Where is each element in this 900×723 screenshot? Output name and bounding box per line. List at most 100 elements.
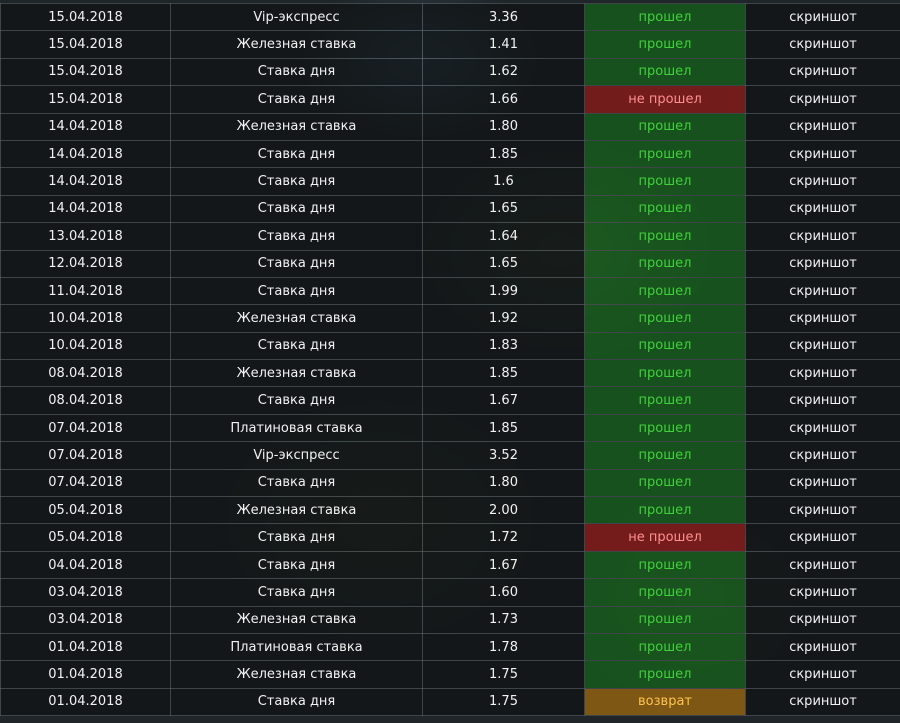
screenshot-link[interactable]: скриншот <box>745 304 900 333</box>
bet-coefficient: 1.75 <box>422 687 585 717</box>
bet-date: 13.04.2018 <box>0 222 171 251</box>
bet-type: Железная ставка <box>170 112 423 141</box>
screenshot-link[interactable]: скриншот <box>745 468 900 498</box>
bet-coefficient: 2.00 <box>422 496 585 525</box>
table-row: 04.04.2018 Ставка дня 1.67 прошел скринш… <box>0 550 900 580</box>
table-row: 15.04.2018 Ставка дня 1.62 прошел скринш… <box>0 57 900 87</box>
screenshot-link[interactable]: скриншот <box>745 167 900 196</box>
screenshot-link[interactable]: скриншот <box>745 331 900 361</box>
screenshot-link[interactable]: скриншот <box>745 57 900 87</box>
bet-result-badge: прошел <box>584 139 746 169</box>
screenshot-link[interactable]: скриншот <box>745 605 900 634</box>
bet-date: 01.04.2018 <box>0 632 171 662</box>
bet-result-badge: прошел <box>584 57 746 87</box>
bet-type: Железная ставка <box>170 605 423 634</box>
bet-result-badge: прошел <box>584 222 746 251</box>
bet-type: Ставка дня <box>170 523 423 552</box>
screenshot-link[interactable]: скриншот <box>745 660 900 689</box>
bet-result-badge: прошел <box>584 605 746 634</box>
table-row: 07.04.2018 Vip-экспресс 3.52 прошел скри… <box>0 441 900 470</box>
bet-date: 15.04.2018 <box>0 30 171 59</box>
bet-date: 15.04.2018 <box>0 2 171 32</box>
bet-date: 07.04.2018 <box>0 441 171 470</box>
table-row: 15.04.2018 Ставка дня 1.66 не прошел скр… <box>0 85 900 114</box>
bet-type: Ставка дня <box>170 687 423 717</box>
bet-date: 03.04.2018 <box>0 605 171 634</box>
table-row: 14.04.2018 Железная ставка 1.80 прошел с… <box>0 112 900 141</box>
bet-result-badge: прошел <box>584 30 746 59</box>
table-row: 01.04.2018 Железная ставка 1.75 прошел с… <box>0 660 900 689</box>
screenshot-link[interactable]: скриншот <box>745 632 900 662</box>
screenshot-link[interactable]: скриншот <box>745 359 900 388</box>
bet-date: 12.04.2018 <box>0 249 171 278</box>
bet-result-badge: прошел <box>584 468 746 498</box>
table-row: 08.04.2018 Железная ставка 1.85 прошел с… <box>0 359 900 388</box>
table-row: 03.04.2018 Ставка дня 1.60 прошел скринш… <box>0 578 900 607</box>
bet-result-badge: прошел <box>584 413 746 443</box>
screenshot-link[interactable]: скриншот <box>745 687 900 717</box>
bet-type: Ставка дня <box>170 85 423 114</box>
screenshot-link[interactable]: скриншот <box>745 276 900 306</box>
screenshot-link[interactable]: скриншот <box>745 441 900 470</box>
bet-result-badge: прошел <box>584 496 746 525</box>
bet-coefficient: 1.85 <box>422 359 585 388</box>
bet-type: Железная ставка <box>170 359 423 388</box>
bet-coefficient: 1.65 <box>422 194 585 224</box>
bet-date: 14.04.2018 <box>0 194 171 224</box>
table-row: 11.04.2018 Ставка дня 1.99 прошел скринш… <box>0 276 900 306</box>
bet-date: 15.04.2018 <box>0 85 171 114</box>
bet-type: Ставка дня <box>170 249 423 278</box>
table-row: 14.04.2018 Ставка дня 1.65 прошел скринш… <box>0 194 900 224</box>
bet-result-badge: не прошел <box>584 85 746 114</box>
screenshot-link[interactable]: скриншот <box>745 578 900 607</box>
screenshot-link[interactable]: скриншот <box>745 194 900 224</box>
screenshot-link[interactable]: скриншот <box>745 222 900 251</box>
bet-result-badge: прошел <box>584 194 746 224</box>
bet-date: 14.04.2018 <box>0 112 171 141</box>
table-row: 07.04.2018 Платиновая ставка 1.85 прошел… <box>0 413 900 443</box>
bet-result-badge: прошел <box>584 167 746 196</box>
bet-date: 14.04.2018 <box>0 139 171 169</box>
screenshot-link[interactable]: скриншот <box>745 85 900 114</box>
table-row: 12.04.2018 Ставка дня 1.65 прошел скринш… <box>0 249 900 278</box>
screenshot-link[interactable]: скриншот <box>745 550 900 580</box>
bet-type: Ставка дня <box>170 167 423 196</box>
screenshot-link[interactable]: скриншот <box>745 139 900 169</box>
bet-coefficient: 1.92 <box>422 304 585 333</box>
screenshot-link[interactable]: скриншот <box>745 386 900 415</box>
bet-date: 03.04.2018 <box>0 578 171 607</box>
screenshot-link[interactable]: скриншот <box>745 413 900 443</box>
bet-result-badge: прошел <box>584 441 746 470</box>
bet-type: Железная ставка <box>170 30 423 59</box>
screenshot-link[interactable]: скриншот <box>745 523 900 552</box>
bet-result-badge: возврат <box>584 687 746 717</box>
bet-result-badge: прошел <box>584 249 746 278</box>
screenshot-link[interactable]: скриншот <box>745 249 900 278</box>
bet-type: Ставка дня <box>170 57 423 87</box>
bet-coefficient: 1.75 <box>422 660 585 689</box>
bet-date: 14.04.2018 <box>0 167 171 196</box>
screenshot-link[interactable]: скриншот <box>745 2 900 32</box>
bet-date: 15.04.2018 <box>0 57 171 87</box>
bet-coefficient: 1.67 <box>422 550 585 580</box>
screenshot-link[interactable]: скриншот <box>745 112 900 141</box>
bet-date: 04.04.2018 <box>0 550 171 580</box>
bet-result-badge: прошел <box>584 632 746 662</box>
bet-type: Железная ставка <box>170 304 423 333</box>
bet-coefficient: 1.72 <box>422 523 585 552</box>
bet-result-badge: прошел <box>584 112 746 141</box>
bet-coefficient: 1.65 <box>422 249 585 278</box>
bet-type: Ставка дня <box>170 331 423 361</box>
table-row: 14.04.2018 Ставка дня 1.6 прошел скриншо… <box>0 167 900 196</box>
bet-result-badge: прошел <box>584 331 746 361</box>
screenshot-link[interactable]: скриншот <box>745 30 900 59</box>
bet-result-badge: прошел <box>584 2 746 32</box>
bet-type: Ставка дня <box>170 276 423 306</box>
screenshot-link[interactable]: скриншот <box>745 496 900 525</box>
bet-date: 11.04.2018 <box>0 276 171 306</box>
bet-type: Vip-экспресс <box>170 2 423 32</box>
bet-coefficient: 1.99 <box>422 276 585 306</box>
table-row: 01.04.2018 Ставка дня 1.75 возврат скрин… <box>0 687 900 717</box>
bet-coefficient: 3.52 <box>422 441 585 470</box>
table-row: 05.04.2018 Железная ставка 2.00 прошел с… <box>0 496 900 525</box>
